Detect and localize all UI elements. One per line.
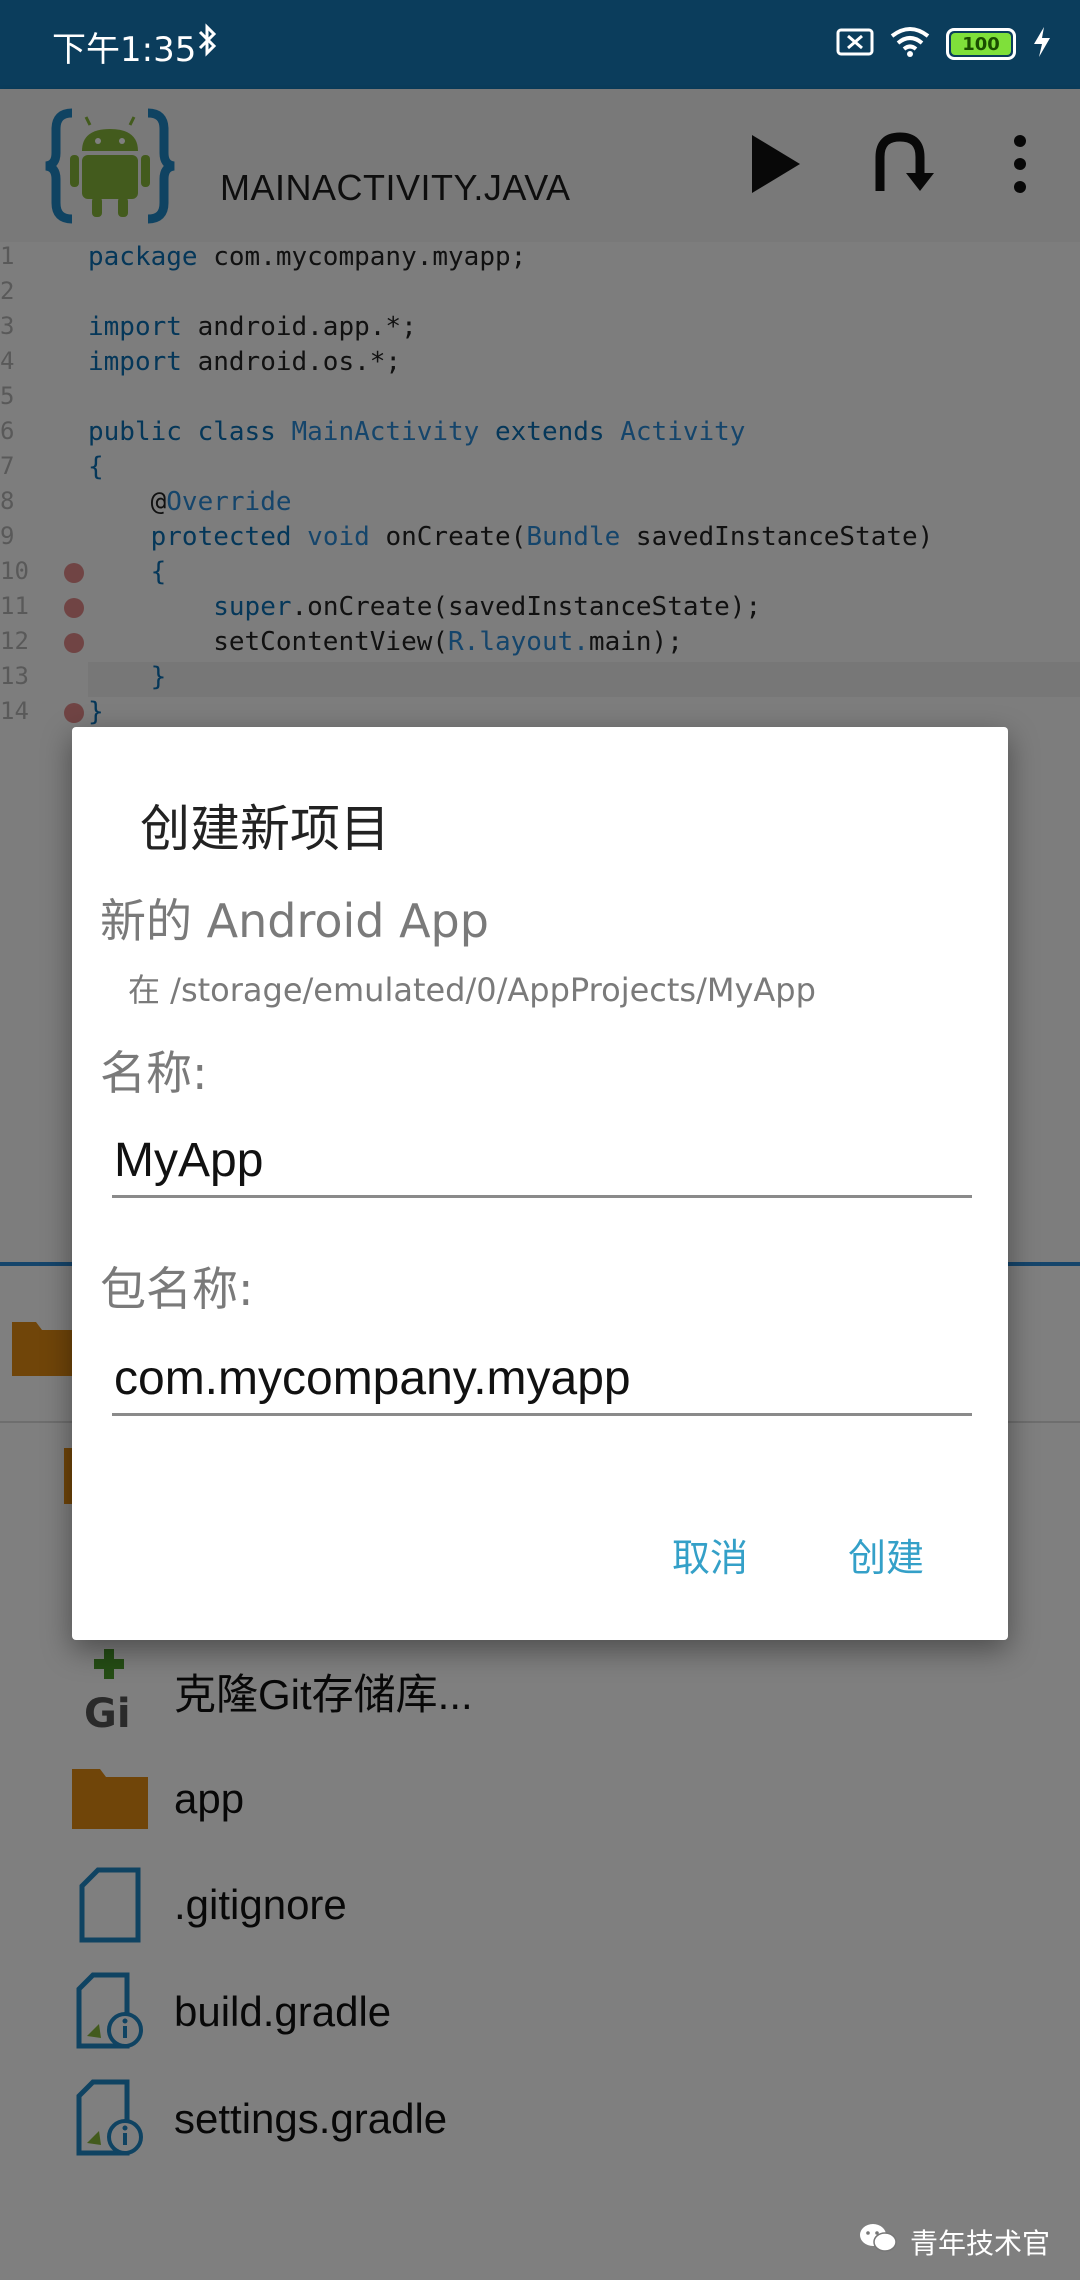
dialog-title: 创建新项目 xyxy=(140,800,390,858)
watermark-text: 青年技术官 xyxy=(909,2226,1050,2260)
charging-icon xyxy=(1032,26,1052,62)
status-icons: 100 xyxy=(836,26,1052,62)
package-name-field[interactable] xyxy=(112,1343,972,1416)
bluetooth-icon xyxy=(196,22,220,62)
create-project-dialog: 创建新项目 新的 Android App 在 /storage/emulated… xyxy=(72,727,1008,1640)
watermark: 青年技术官 xyxy=(858,2221,1050,2262)
wechat-icon xyxy=(858,2221,898,2262)
battery-level: 100 xyxy=(962,33,1000,55)
create-button[interactable]: 创建 xyxy=(848,1527,924,1582)
no-sim-icon xyxy=(836,27,874,61)
status-time: 下午1:35 xyxy=(52,30,197,70)
screen: 下午1:35 100 创建新项目 新的 Android App 在 /stora… xyxy=(0,0,1080,2280)
wifi-icon xyxy=(890,26,930,62)
name-field[interactable] xyxy=(112,1125,972,1198)
package-label: 包名称: xyxy=(100,1262,254,1316)
name-label: 名称: xyxy=(100,1046,208,1100)
dialog-subtitle: 新的 Android App xyxy=(100,894,489,948)
project-path: 在 /storage/emulated/0/AppProjects/MyApp xyxy=(128,971,816,1009)
status-bar: 下午1:35 100 xyxy=(0,0,1080,89)
battery-icon: 100 xyxy=(946,28,1016,60)
cancel-button[interactable]: 取消 xyxy=(672,1527,748,1582)
